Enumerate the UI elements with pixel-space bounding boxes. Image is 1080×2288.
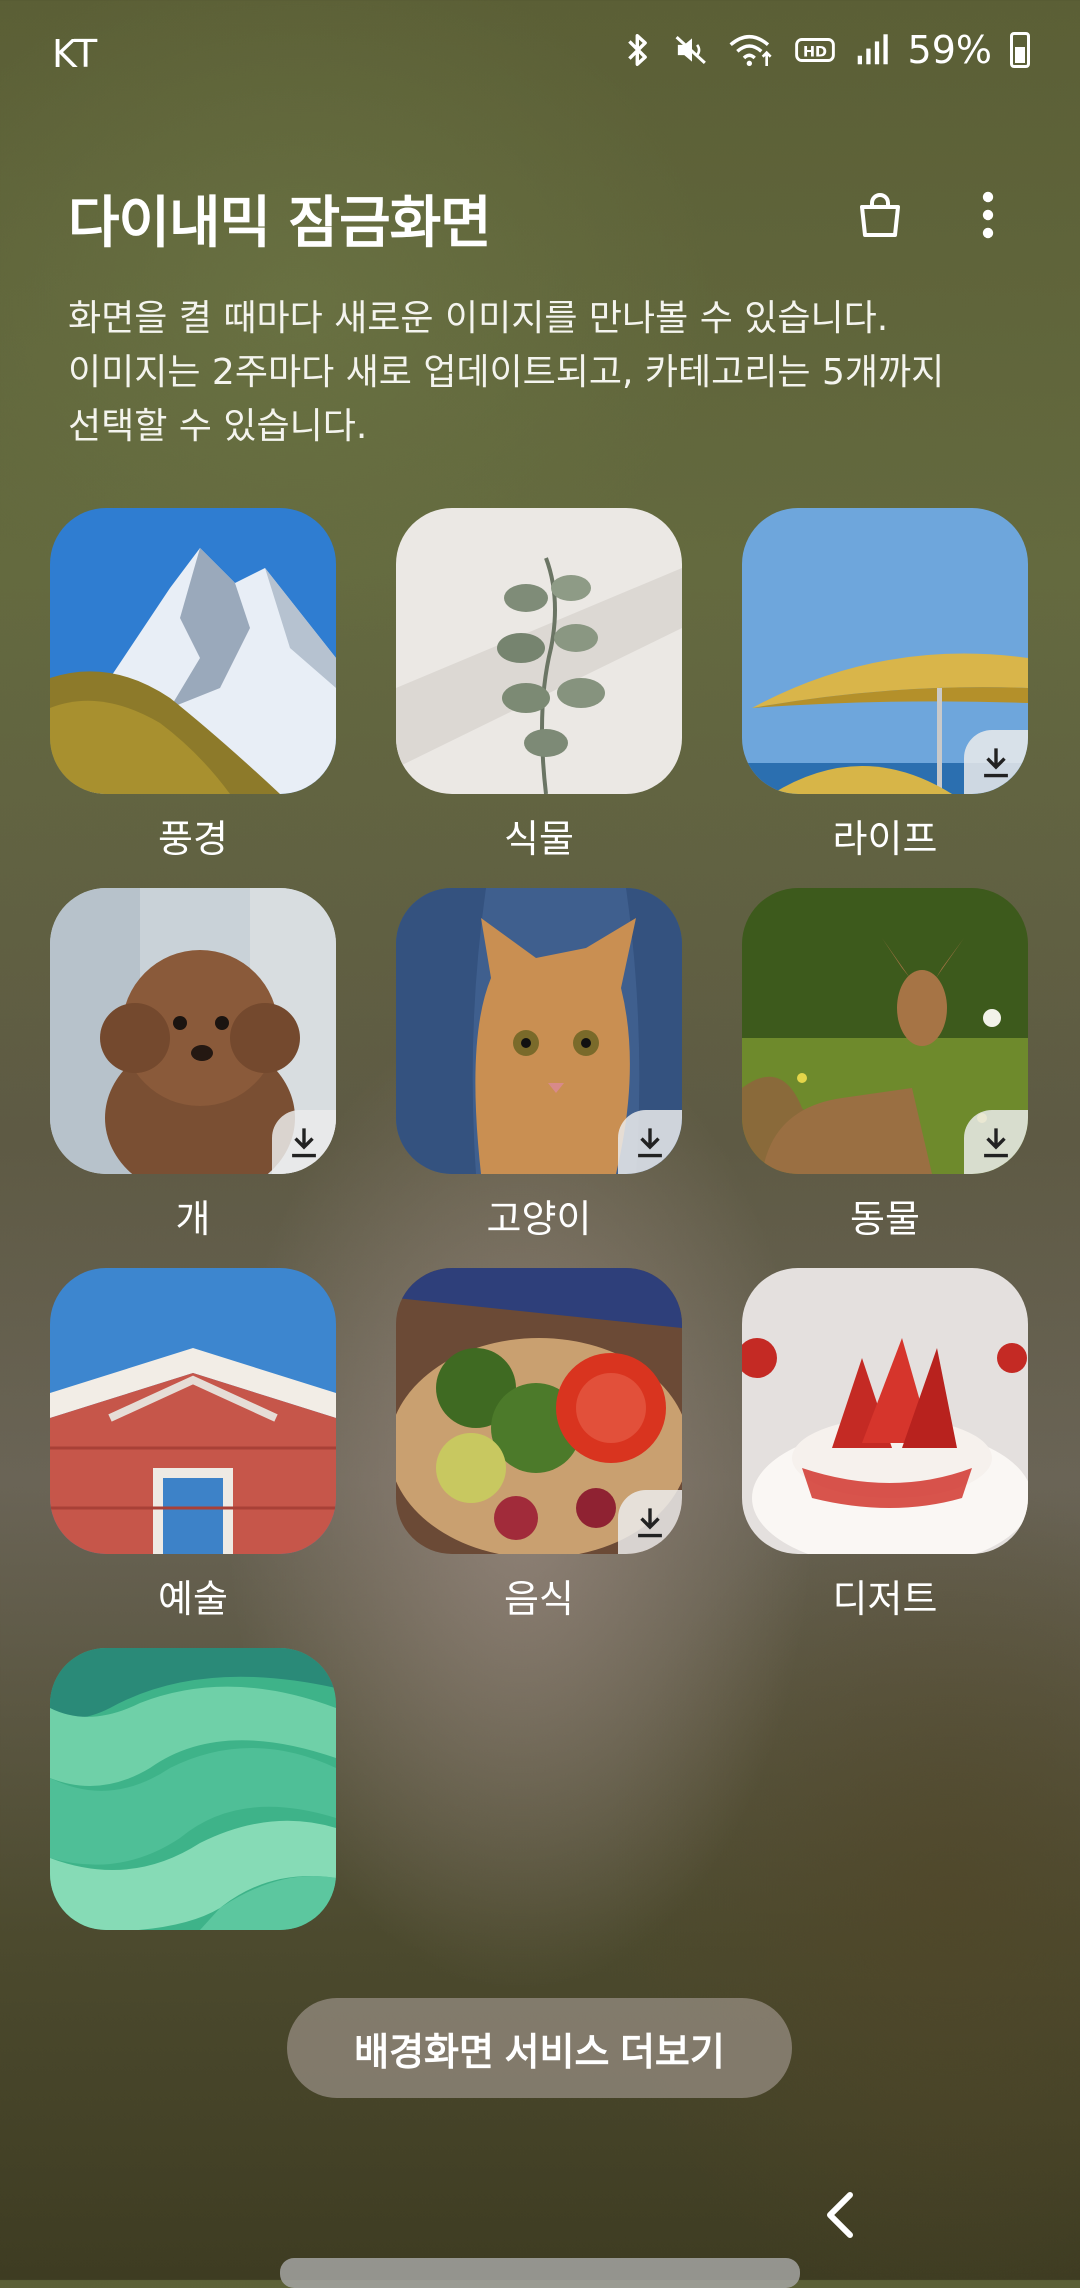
download-icon [638,1128,662,1158]
download-icon [638,1508,662,1538]
category-tile-art[interactable] [50,1268,336,1554]
category-label: 식물 [504,817,574,861]
category-tile-landscape[interactable] [50,508,336,794]
category-tile-dessert[interactable] [742,1268,1028,1554]
category-label: 동물 [850,1197,920,1241]
category-label: 예술 [158,1577,228,1621]
category-tile-abstract[interactable] [50,1648,336,1930]
wifi-icon [729,34,772,66]
back-button[interactable] [810,2180,870,2250]
download-button[interactable] [618,1490,682,1554]
more-options-button[interactable] [953,180,1023,250]
category-label: 개 [175,1197,211,1241]
download-button[interactable] [272,1110,336,1174]
mute-icon [675,36,706,64]
category-label: 고양이 [486,1197,592,1241]
download-icon [292,1128,316,1158]
download-button[interactable] [964,1110,1028,1174]
category-tile-plant[interactable] [396,508,682,794]
description-text: 화면을 켤 때마다 새로운 이미지를 만나볼 수 있습니다. 이미지는 2주마다… [68,298,945,447]
page-title: 다이내믹 잠금화면 [68,191,492,256]
download-icon [984,748,1008,778]
category-tile-cat[interactable] [396,888,682,1174]
category-tile-life[interactable] [742,508,1028,794]
red-house-image [50,1268,336,1554]
download-icon [984,1128,1008,1158]
chevron-left-icon [827,2192,853,2238]
bluetooth-icon [627,34,647,66]
category-label: 디저트 [832,1577,938,1621]
download-button[interactable] [618,1110,682,1174]
status-bar: KT HD 59% [0,0,1080,110]
hd-voice-icon: HD [794,38,835,62]
shopping-bag-icon [860,193,900,237]
mountain-landscape-image [50,508,336,794]
status-icons: HD 59% [620,28,1030,72]
category-tile-animal[interactable] [742,888,1028,1174]
category-label: 풍경 [158,817,228,861]
category-label: 라이프 [832,817,938,861]
battery-icon [1010,32,1030,68]
green-waves-image [50,1648,336,1930]
strawberry-dessert-image [742,1268,1028,1554]
battery-percent: 59% [907,28,992,72]
eucalyptus-plant-image [396,508,682,794]
store-button[interactable] [845,180,915,250]
more-wallpaper-services-button[interactable]: 배경화면 서비스 더보기 [287,1998,792,2098]
download-button[interactable] [964,730,1028,794]
carrier-name: KT [52,32,98,76]
more-vertical-icon [982,191,994,239]
svg-text:HD: HD [803,45,827,61]
category-label: 음식 [504,1577,574,1621]
gesture-handle[interactable] [280,2258,800,2288]
signal-icon [857,34,888,65]
category-tile-food[interactable] [396,1268,682,1554]
category-tile-dog[interactable] [50,888,336,1174]
